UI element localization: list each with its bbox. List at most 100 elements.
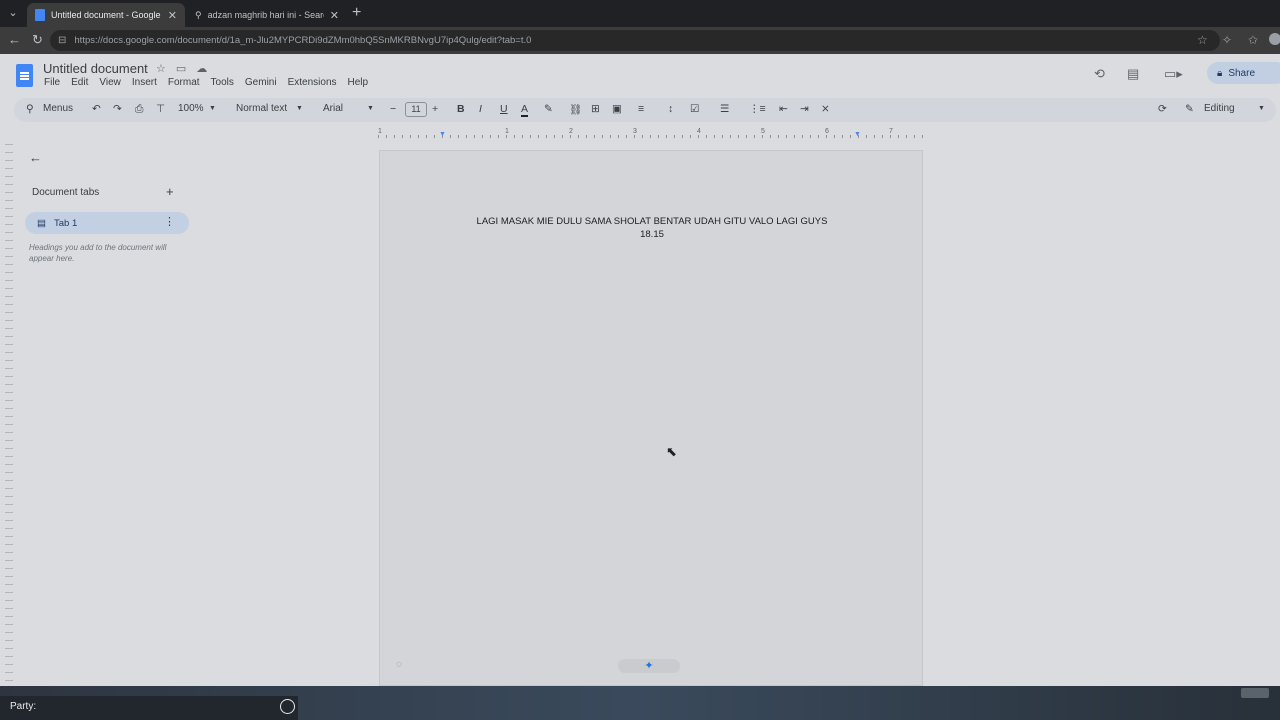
share-label: Share [1228,67,1256,79]
extensions-icon[interactable]: ✧ [1222,33,1232,47]
horizontal-ruler[interactable]: 1 1 2 3 4 5 6 7 ▼ ▼ [378,128,924,138]
print-icon[interactable]: ⎙ [135,103,143,116]
ruler-number: 1 [505,128,509,135]
browser-tab-search[interactable]: ⚲ adzan maghrib hari ini - Search ✕ [187,3,347,27]
right-indent-marker-icon[interactable]: ▼ [854,131,861,138]
add-tab-button[interactable]: + [166,184,174,199]
back-arrow-icon[interactable]: ← [8,32,21,47]
tab-search-dropdown-button[interactable]: ⌄ [4,5,22,22]
insert-image-icon[interactable]: ▣ [612,103,622,115]
menu-view[interactable]: View [99,77,121,88]
formatting-toolbar: ⚲ Menus ↶ ↷ ⎙ ⊤ 100% ▼ Normal text ▼ Ari… [14,98,1276,122]
ruler-number: 4 [697,128,701,135]
paragraph-style-select[interactable]: Normal text [236,103,287,114]
chevron-down-icon[interactable]: ▼ [1258,105,1265,112]
numbered-list-icon[interactable]: ⋮≡ [749,103,766,115]
menu-edit[interactable]: Edit [71,77,88,88]
headings-hint: Headings you add to the document will ap… [29,243,167,263]
browser-tab-strip: ⌄ Untitled document - Google Docs ✕ ⚲ ad… [0,0,1280,27]
browser-tab-docs[interactable]: Untitled document - Google Docs ✕ [27,3,185,27]
insert-link-icon[interactable]: ⛓ [569,103,582,116]
bulleted-list-icon[interactable]: ☰ [720,103,729,115]
gemini-spark-icon[interactable]: ⟳ [1158,103,1167,115]
omnibox[interactable]: ⊟ https://docs.google.com/document/d/1a_… [50,30,1220,51]
pencil-icon: ✎ [1185,103,1194,115]
menu-gemini[interactable]: Gemini [245,77,277,88]
document-body[interactable]: LAGI MASAK MIE DULU SAMA SHOLAT BENTAR U… [380,215,924,241]
close-outline-arrow-icon[interactable]: ← [29,150,42,165]
new-tab-button[interactable]: + [352,4,361,22]
mouse-cursor-icon: ⬉ [666,444,677,459]
party-status-icon[interactable] [280,699,295,714]
star-icon[interactable]: ☆ [156,62,166,75]
menu-insert[interactable]: Insert [132,77,157,88]
avatar[interactable] [1269,33,1280,45]
body-line[interactable]: LAGI MASAK MIE DULU SAMA SHOLAT BENTAR U… [380,215,924,228]
editing-mode-select[interactable]: Editing [1204,103,1235,114]
version-history-icon[interactable]: ⟲ [1094,66,1105,82]
body-line[interactable]: 18.15 [380,228,924,241]
chevron-down-icon[interactable]: ▼ [209,105,216,112]
menu-file[interactable]: File [44,77,60,88]
site-info-icon[interactable]: ⊟ [58,35,66,46]
ruler-number: 5 [761,128,765,135]
taskbar: Party: [0,686,1280,720]
search-menus-icon[interactable]: ⚲ [26,103,34,115]
menu-extensions[interactable]: Extensions [288,77,337,88]
line-spacing-icon[interactable]: ↕ [668,103,673,115]
bold-icon[interactable]: B [457,103,465,115]
close-tab-icon[interactable]: ✕ [330,9,339,22]
tab-title: adzan maghrib hari ini - Search [207,10,324,20]
sidebar-item-label: Tab 1 [53,217,78,229]
zoom-select[interactable]: 100% [178,103,204,114]
more-options-icon[interactable]: ⋮ [164,215,175,228]
favorites-icon[interactable]: ✩ [1248,33,1258,47]
chevron-down-icon[interactable]: ▼ [367,105,374,112]
highlight-color-icon[interactable]: ✎ [544,103,553,115]
menus-search-label[interactable]: Menus [43,103,73,114]
decrease-font-size-icon[interactable]: − [390,103,396,115]
docs-favicon-icon [35,9,45,21]
italic-icon[interactable]: I [479,103,482,115]
left-indent-marker-icon[interactable]: ▼ [439,131,446,138]
undo-icon[interactable]: ↶ [92,103,101,115]
increase-indent-icon[interactable]: ⇥ [800,103,809,115]
system-tray-icon[interactable] [1241,688,1269,698]
paint-format-icon[interactable]: ⊤ [156,103,165,115]
reload-icon[interactable]: ↻ [32,32,43,48]
url-text[interactable]: https://docs.google.com/document/d/1a_m-… [74,35,531,46]
gemini-suggestion-pill[interactable]: ✦ [618,659,680,673]
document-title[interactable]: Untitled document [43,61,148,76]
search-icon: ⚲ [195,9,202,20]
menu-format[interactable]: Format [168,77,200,88]
font-select[interactable]: Arial [323,103,343,114]
cloud-status-icon[interactable]: ☁ [196,62,207,75]
underline-icon[interactable]: U [500,103,508,115]
share-button[interactable]: 🔒︎ Share [1207,62,1280,84]
bookmark-star-icon[interactable]: ☆ [1197,33,1208,47]
align-center-icon[interactable]: ≡ [638,103,644,115]
document-page[interactable]: LAGI MASAK MIE DULU SAMA SHOLAT BENTAR U… [379,150,923,686]
decrease-indent-icon[interactable]: ⇤ [779,103,788,115]
close-tab-icon[interactable]: ✕ [168,9,177,22]
clear-formatting-icon[interactable]: ⨯ [821,103,830,115]
party-panel[interactable]: Party: [0,696,298,720]
menu-help[interactable]: Help [348,77,369,88]
ruler-number: 2 [569,128,573,135]
chevron-down-icon[interactable]: ▼ [296,105,303,112]
tab-title: Untitled document - Google Docs [51,10,162,20]
meet-video-icon[interactable]: ▭▸ [1164,66,1183,82]
font-size-input[interactable]: 11 [405,102,427,117]
add-comment-icon[interactable]: ⊞ [591,103,600,115]
move-folder-icon[interactable]: ▭ [176,62,186,75]
increase-font-size-icon[interactable]: + [432,103,438,115]
menu-tools[interactable]: Tools [211,77,234,88]
vertical-ruler[interactable] [5,144,13,684]
comments-icon[interactable]: ▤ [1127,66,1139,82]
text-color-icon[interactable]: A [521,103,529,117]
checklist-icon[interactable]: ☑ [690,103,699,115]
docs-logo-icon[interactable] [16,64,33,87]
sidebar-item-tab-1[interactable]: ▤ Tab 1 ⋮ [25,212,189,234]
redo-icon[interactable]: ↷ [113,103,122,115]
explore-icon[interactable]: ◌ [396,659,402,670]
